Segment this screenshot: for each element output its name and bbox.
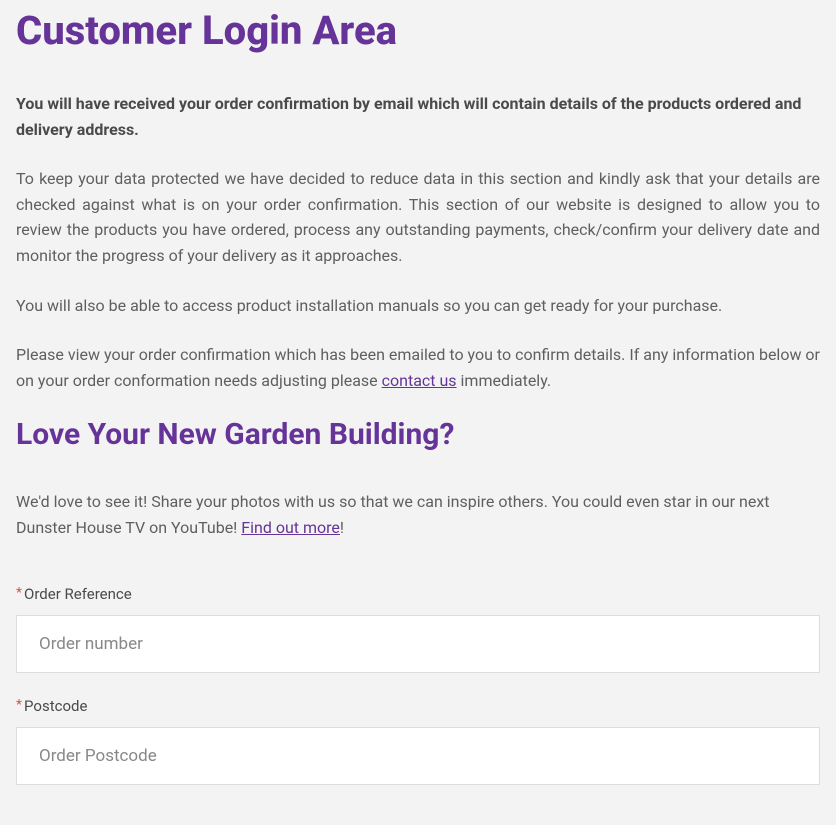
confirmation-paragraph: Please view your order confirmation whic… xyxy=(16,342,820,393)
login-form: *Order Reference *Postcode xyxy=(16,585,820,785)
postcode-group: *Postcode xyxy=(16,697,820,785)
love-paragraph-pre: We'd love to see it! Share your photos w… xyxy=(16,492,770,537)
order-reference-input[interactable] xyxy=(16,615,820,673)
order-reference-label: *Order Reference xyxy=(16,585,820,603)
subheading: Love Your New Garden Building? xyxy=(16,417,820,453)
required-marker: * xyxy=(16,585,22,601)
order-reference-group: *Order Reference xyxy=(16,585,820,673)
contact-us-link[interactable]: contact us xyxy=(382,371,457,390)
order-reference-label-text: Order Reference xyxy=(24,585,132,603)
postcode-input[interactable] xyxy=(16,727,820,785)
intro-paragraph: You will have received your order confir… xyxy=(16,91,820,142)
data-protection-paragraph: To keep your data protected we have deci… xyxy=(16,166,820,268)
confirmation-paragraph-post: immediately. xyxy=(457,371,552,390)
find-out-more-link[interactable]: Find out more xyxy=(241,518,340,537)
page-title: Customer Login Area xyxy=(16,7,820,55)
required-marker: * xyxy=(16,697,22,713)
love-paragraph: We'd love to see it! Share your photos w… xyxy=(16,489,820,540)
love-paragraph-post: ! xyxy=(340,518,344,537)
manuals-paragraph: You will also be able to access product … xyxy=(16,293,820,319)
